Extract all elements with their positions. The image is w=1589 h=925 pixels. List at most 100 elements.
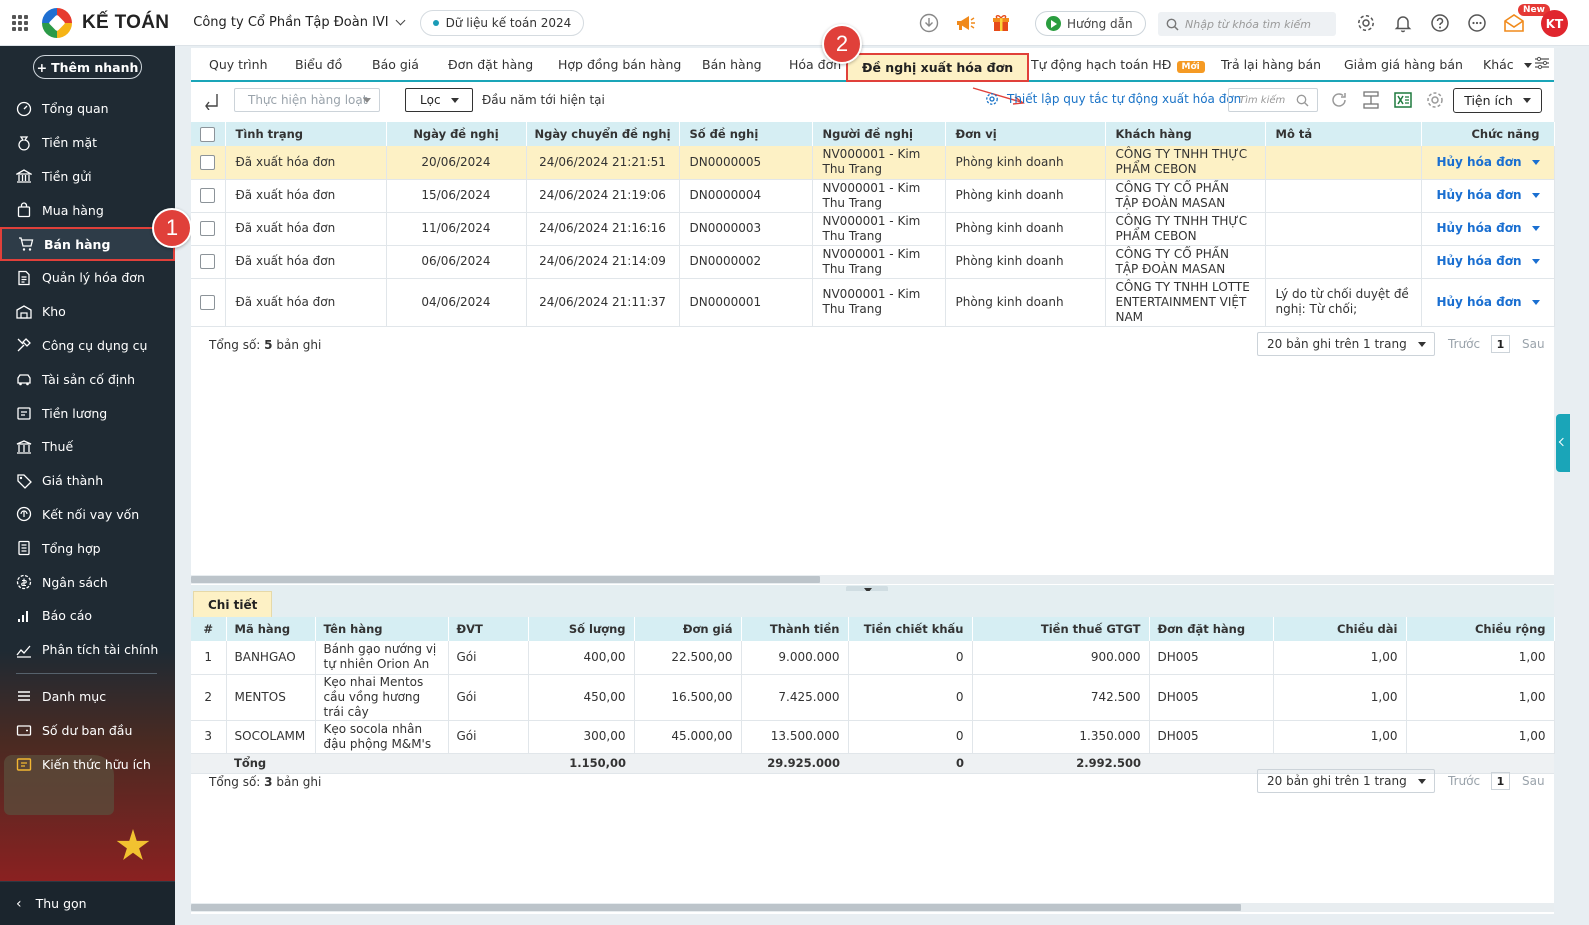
table-row[interactable]: Đã xuất hóa đơn 11/06/2024 24/06/2024 21…: [191, 212, 1555, 246]
prev-page-button[interactable]: Trước: [1448, 337, 1480, 351]
column-header[interactable]: Đơn giá: [634, 617, 742, 641]
table-row[interactable]: Đã xuất hóa đơn 04/06/2024 24/06/2024 21…: [191, 278, 1555, 327]
sidebar-item-tong-hop[interactable]: Tổng hợp: [0, 531, 175, 565]
column-header[interactable]: Người đề nghị: [812, 122, 946, 146]
cancel-invoice-action[interactable]: Hủy hóa đơn: [1422, 295, 1554, 310]
caret-down-icon[interactable]: [1531, 226, 1540, 231]
tab-hop-dong-ban-hang[interactable]: Hợp đồng bán hàng: [558, 57, 681, 72]
prev-page-button[interactable]: Trước: [1448, 774, 1480, 788]
auto-invoice-rule-link[interactable]: Thiết lập quy tắc tự động xuất hóa đơn: [985, 92, 1241, 106]
page-size-select[interactable]: 20 bản ghi trên 1 trang: [1257, 769, 1435, 793]
sidebar-item-kien-thuc[interactable]: Kiến thức hữu ích: [0, 747, 175, 781]
proposal-number-link[interactable]: DN0000002: [679, 245, 813, 279]
sidebar-item-quan-ly-hoa-don[interactable]: Quản lý hóa đơn: [0, 261, 175, 295]
tab-khac[interactable]: Khác: [1483, 57, 1532, 72]
sidebar-item-tong-quan[interactable]: Tổng quan: [0, 92, 175, 126]
gift-icon[interactable]: [990, 12, 1012, 34]
excel-icon[interactable]: [1393, 90, 1413, 110]
column-header[interactable]: Số lượng: [528, 617, 635, 641]
column-header[interactable]: Ngày đề nghị: [386, 122, 527, 146]
sidebar-item-so-du[interactable]: Số dư ban đầu: [0, 713, 175, 747]
sidebar-item-mua-hang[interactable]: Mua hàng: [0, 193, 175, 227]
sidebar-item-tien-gui[interactable]: Tiền gửi: [0, 160, 175, 194]
tab-tu-dong-hach-toan[interactable]: Tự động hạch toán HĐ Mới: [1031, 57, 1205, 73]
cancel-invoice-action[interactable]: Hủy hóa đơn: [1422, 155, 1554, 170]
table-row[interactable]: Đã xuất hóa đơn 06/06/2024 24/06/2024 21…: [191, 245, 1555, 279]
tab-chi-tiet[interactable]: Chi tiết: [193, 591, 273, 618]
column-header[interactable]: Thành tiền: [741, 617, 849, 641]
tab-giam-gia-hang-ban[interactable]: Giảm giá hàng bán: [1344, 57, 1463, 72]
tab-tra-lai-hang-ban[interactable]: Trả lại hàng bán: [1221, 57, 1321, 72]
sidebar-item-phan-tich[interactable]: Phân tích tài chính: [0, 633, 175, 667]
caret-down-icon[interactable]: [1531, 159, 1540, 165]
download-icon[interactable]: [918, 12, 940, 34]
sidebar-item-bao-cao[interactable]: Báo cáo: [0, 599, 175, 633]
row-checkbox[interactable]: [200, 254, 216, 269]
column-header[interactable]: Chức năng: [1421, 122, 1555, 146]
page-size-select[interactable]: 20 bản ghi trên 1 trang: [1257, 332, 1435, 356]
sidebar-item-ngan-sach[interactable]: Ngân sách: [0, 565, 175, 599]
sidebar-item-danh-muc[interactable]: Danh mục: [0, 680, 175, 714]
side-panel-toggle[interactable]: [1556, 414, 1570, 472]
top-horizontal-scrollbar[interactable]: [191, 575, 1554, 584]
proposal-number-link[interactable]: DN0000001: [679, 278, 813, 327]
sidebar-item-gia-thanh[interactable]: Giá thành: [0, 464, 175, 498]
row-checkbox[interactable]: [200, 188, 216, 203]
filter-button[interactable]: Lọc: [405, 88, 473, 112]
caret-down-icon[interactable]: [1531, 193, 1540, 198]
company-selector[interactable]: Công ty Cổ Phần Tập Đoàn IVI: [193, 15, 406, 30]
data-year-selector[interactable]: Dữ liệu kế toán 2024: [419, 9, 585, 36]
cancel-invoice-action[interactable]: Hủy hóa đơn: [1422, 221, 1554, 236]
sidebar-item-kho[interactable]: Kho: [0, 295, 175, 329]
column-header[interactable]: Khách hàng: [1105, 122, 1266, 146]
select-all-checkbox[interactable]: [200, 126, 216, 142]
list-search-input[interactable]: Tìm kiếm: [1228, 88, 1318, 112]
tab-ban-hang[interactable]: Bán hàng: [702, 57, 762, 72]
column-header[interactable]: #: [191, 617, 227, 641]
row-checkbox[interactable]: [200, 294, 216, 310]
proposal-number-link[interactable]: DN0000005: [679, 146, 813, 180]
sidebar-item-tien-mat[interactable]: Tiền mặt: [0, 126, 175, 160]
table-row[interactable]: 1 BANHGAO Bánh gạo nướng vị tự nhiên Ori…: [191, 641, 1555, 675]
tab-de-nghi-xuat-hoa-don[interactable]: Đề nghị xuất hóa đơn: [846, 53, 1030, 82]
utilities-button[interactable]: Tiện ích: [1453, 88, 1542, 113]
caret-down-icon[interactable]: [1531, 299, 1540, 305]
column-header[interactable]: Tình trạng: [225, 122, 387, 146]
bulk-action-select[interactable]: Thực hiện hàng loạt: [234, 88, 380, 112]
sidebar-item-tai-san[interactable]: Tài sản cố định: [0, 362, 175, 396]
more-icon[interactable]: [1466, 12, 1488, 34]
tab-bieu-do[interactable]: Biểu đồ: [295, 57, 342, 72]
guide-button[interactable]: Hướng dẫn: [1035, 11, 1146, 36]
column-header[interactable]: ĐVT: [448, 617, 529, 641]
sidebar-item-thue[interactable]: Thuế: [0, 430, 175, 464]
proposal-number-link[interactable]: DN0000004: [679, 179, 813, 213]
column-header[interactable]: Ngày chuyển đề nghị: [526, 122, 680, 146]
sidebar-item-ban-hang[interactable]: Bán hàng: [0, 227, 175, 261]
tab-settings-icon[interactable]: [1534, 56, 1550, 70]
next-page-button[interactable]: Sau: [1522, 774, 1545, 788]
column-header[interactable]: Mã hàng: [226, 617, 316, 641]
megaphone-icon[interactable]: [954, 12, 976, 34]
cancel-invoice-action[interactable]: Hủy hóa đơn: [1422, 188, 1554, 203]
sidebar-item-ket-noi-vay-von[interactable]: Kết nối vay vốn: [0, 498, 175, 532]
current-page[interactable]: 1: [1491, 335, 1510, 353]
column-header[interactable]: Chiều dài: [1273, 617, 1407, 641]
tab-quy-trinh[interactable]: Quy trình: [209, 57, 268, 72]
next-page-button[interactable]: Sau: [1522, 337, 1545, 351]
bell-icon[interactable]: [1392, 12, 1414, 34]
table-row[interactable]: 2 MENTOS Kẹo nhai Mentos cầu vồng hương …: [191, 674, 1555, 721]
column-header[interactable]: Tên hàng: [315, 617, 449, 641]
table-row[interactable]: 3 SOCOLAMM Kẹo socola nhân đậu phộng M&M…: [191, 720, 1555, 754]
gear-icon[interactable]: [1355, 12, 1377, 34]
current-page[interactable]: 1: [1491, 772, 1510, 790]
column-header[interactable]: Tiền chiết khấu: [848, 617, 973, 641]
sort-arrow-icon[interactable]: [203, 92, 221, 110]
app-grid-icon[interactable]: [12, 14, 28, 31]
settings-icon[interactable]: [1425, 90, 1445, 110]
refresh-icon[interactable]: [1329, 90, 1349, 110]
sidebar-item-cong-cu[interactable]: Công cụ dụng cụ: [0, 329, 175, 363]
collapse-sidebar-button[interactable]: ‹ Thu gọn: [0, 881, 175, 925]
avatar[interactable]: KT: [1541, 10, 1568, 37]
proposal-number-link[interactable]: DN0000003: [679, 212, 813, 246]
help-icon[interactable]: [1429, 12, 1451, 34]
